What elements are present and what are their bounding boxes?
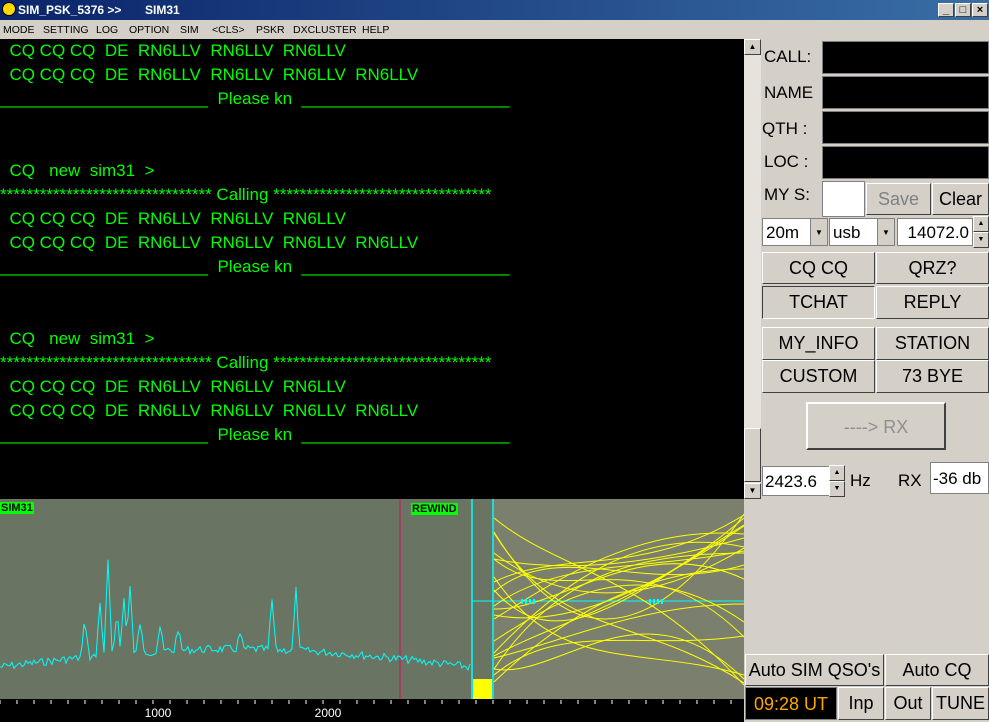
qth-label: QTH : bbox=[762, 119, 808, 138]
rx-frequency-down-button[interactable]: ▼ bbox=[829, 481, 845, 497]
chat-line: CQ CQ CQ DE RN6LLV RN6LLV RN6LLV bbox=[0, 377, 346, 396]
auto-cq-button[interactable]: Auto CQ bbox=[885, 654, 989, 686]
73-bye-button[interactable]: 73 BYE bbox=[876, 360, 989, 393]
frequency-scale bbox=[0, 699, 744, 722]
chat-line: ______________________ Please kn _______… bbox=[0, 257, 510, 276]
chat-line: CQ CQ CQ DE RN6LLV RN6LLV RN6LLV RN6LLV bbox=[0, 401, 419, 420]
rx-label: RX bbox=[898, 471, 922, 490]
custom-button[interactable]: CUSTOM bbox=[762, 360, 875, 393]
menu-option[interactable]: OPTION bbox=[129, 24, 169, 36]
menu-help[interactable]: HELP bbox=[362, 24, 389, 36]
chat-line: CQ CQ CQ DE RN6LLV RN6LLV RN6LLV bbox=[0, 41, 346, 60]
menu-setting[interactable]: SETTING bbox=[43, 24, 89, 36]
band-select[interactable]: 20m ▼ bbox=[762, 218, 828, 246]
auto-sim-qso-button[interactable]: Auto SIM QSO's bbox=[745, 654, 884, 686]
rewind-button[interactable]: REWIND bbox=[411, 503, 458, 515]
mys-label: MY S: bbox=[764, 185, 810, 204]
tick-2000: 2000 bbox=[315, 706, 342, 720]
rx-frequency-up-button[interactable]: ▲ bbox=[829, 465, 845, 481]
control-panel-bottom: Auto SIM QSO's Auto CQ 09:28 UT Inp Out … bbox=[744, 499, 989, 722]
spectrum-svg: 1000 2000 bbox=[0, 499, 744, 722]
name-field[interactable] bbox=[822, 76, 989, 109]
inp-button[interactable]: Inp bbox=[838, 687, 884, 720]
loc-label: LOC : bbox=[764, 152, 809, 171]
chat-line: ______________________ Please kn _______… bbox=[0, 89, 510, 108]
tick-1000: 1000 bbox=[145, 706, 172, 720]
call-label: CALL: bbox=[764, 47, 812, 66]
chat-line: ______________________ Please kn _______… bbox=[0, 425, 510, 444]
call-field[interactable] bbox=[822, 41, 989, 74]
app-icon bbox=[2, 2, 16, 16]
minimize-button[interactable]: _ bbox=[938, 3, 954, 17]
chat-line: CQ CQ CQ DE RN6LLV RN6LLV RN6LLV RN6LLV bbox=[0, 65, 419, 84]
tune-button[interactable]: TUNE bbox=[932, 687, 989, 720]
qth-field[interactable] bbox=[822, 111, 989, 144]
menu-pskr[interactable]: PSKR bbox=[256, 24, 285, 36]
qrz-button[interactable]: QRZ? bbox=[876, 252, 989, 284]
spectrum-panel[interactable]: 1000 2000 SIM31 REWIND bbox=[0, 499, 744, 722]
chat-line: CQ new sim31 > bbox=[0, 161, 155, 180]
receive-text-area[interactable]: CQ CQ CQ DE RN6LLV RN6LLV RN6LLV CQ CQ C… bbox=[0, 39, 744, 499]
chat-line: ******************************** Calling… bbox=[0, 353, 492, 372]
chat-line: CQ CQ CQ DE RN6LLV RN6LLV RN6LLV RN6LLV bbox=[0, 233, 419, 252]
mode-value: usb bbox=[833, 223, 861, 242]
chat-line: CQ CQ CQ DE RN6LLV RN6LLV RN6LLV bbox=[0, 209, 346, 228]
out-button[interactable]: Out bbox=[885, 687, 931, 720]
utc-clock: 09:28 UT bbox=[745, 687, 837, 720]
yellow-level-block bbox=[473, 679, 492, 699]
save-button[interactable]: Save bbox=[866, 183, 931, 215]
station-button[interactable]: STATION bbox=[876, 327, 989, 360]
reply-button[interactable]: REPLY bbox=[876, 286, 989, 319]
frequency-value: 14072.0 bbox=[907, 223, 969, 242]
band-value: 20m bbox=[766, 223, 800, 242]
waterfall-background bbox=[494, 499, 744, 699]
title-bar: SIM_PSK_5376 >> SIM31 _ □ × bbox=[0, 0, 989, 20]
chevron-down-icon: ▼ bbox=[810, 219, 827, 245]
rx-button[interactable]: ----> RX bbox=[806, 402, 946, 450]
frequency-up-button[interactable]: ▲ bbox=[973, 216, 989, 232]
rx-level-field: -36 db bbox=[930, 462, 989, 494]
chevron-down-icon: ▼ bbox=[877, 219, 894, 245]
menu-log[interactable]: LOG bbox=[96, 24, 118, 36]
maximize-button[interactable]: □ bbox=[955, 3, 971, 17]
menu-mode[interactable]: MODE bbox=[3, 24, 35, 36]
rx-frequency-value: 2423.6 bbox=[765, 472, 817, 491]
menu-dxcluster[interactable]: DXCLUSTER bbox=[293, 24, 357, 36]
chat-line: ******************************** Calling… bbox=[0, 185, 492, 204]
cq-cq-button[interactable]: CQ CQ bbox=[762, 252, 875, 284]
close-button[interactable]: × bbox=[972, 3, 988, 17]
mode-select[interactable]: usb ▼ bbox=[829, 218, 895, 246]
name-label: NAME bbox=[764, 83, 814, 102]
chat-scrollbar[interactable]: ▲ ▼ bbox=[744, 39, 761, 499]
menu-bar: MODE SETTING LOG OPTION SIM <CLS> PSKR D… bbox=[0, 20, 989, 39]
my-info-button[interactable]: MY_INFO bbox=[762, 327, 875, 360]
tchat-button[interactable]: TCHAT bbox=[762, 286, 875, 319]
scroll-down-button[interactable]: ▼ bbox=[744, 483, 761, 499]
sim31-tag: SIM31 bbox=[0, 502, 34, 514]
my-signal-field[interactable] bbox=[822, 181, 865, 217]
window-title: SIM_PSK_5376 >> bbox=[18, 3, 122, 17]
rx-level-value: -36 db bbox=[933, 469, 982, 488]
clear-button[interactable]: Clear bbox=[932, 183, 989, 215]
scroll-up-button[interactable]: ▲ bbox=[744, 39, 761, 55]
scroll-thumb[interactable] bbox=[744, 428, 761, 482]
hz-label: Hz bbox=[850, 471, 871, 490]
frequency-down-button[interactable]: ▼ bbox=[973, 232, 989, 248]
rx-frequency-field[interactable]: 2423.6 bbox=[762, 466, 830, 496]
frequency-field[interactable]: 14072.0 bbox=[897, 218, 973, 246]
menu-sim[interactable]: SIM bbox=[180, 24, 199, 36]
menu-cls[interactable]: <CLS> bbox=[212, 24, 245, 36]
window-subtitle: SIM31 bbox=[145, 3, 180, 17]
chat-line: CQ new sim31 > bbox=[0, 329, 155, 348]
loc-field[interactable] bbox=[822, 146, 989, 179]
